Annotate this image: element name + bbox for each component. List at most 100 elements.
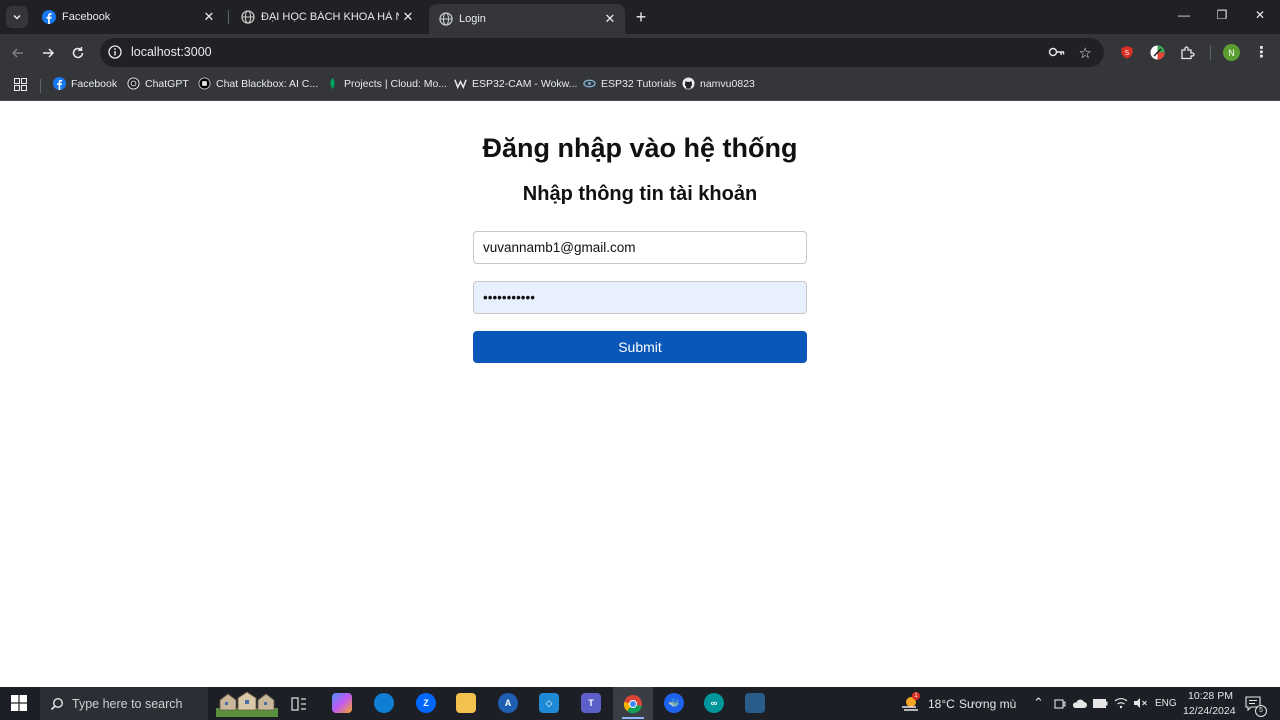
bookmark-blackbox[interactable]: Chat Blackbox: AI C... [198,77,318,90]
vscode-icon[interactable]: ◇ [539,693,559,713]
github-icon [682,77,695,90]
chevron-down-icon [13,14,21,20]
email-field[interactable] [473,231,807,264]
bookmark-facebook[interactable]: Facebook [53,77,117,90]
facebook-icon [53,77,66,90]
svg-text:S: S [1125,49,1130,57]
task-view-icon[interactable] [291,696,307,712]
weather-temperature[interactable]: 18°C [928,697,955,711]
extension-icon[interactable] [1148,43,1166,61]
wokwi-icon [454,79,467,90]
globe-icon [241,10,255,24]
search-highlight-image[interactable] [216,690,278,717]
weather-alert-badge: 1 [912,692,920,700]
window-close-button[interactable]: ✕ [1250,8,1270,22]
bookmark-mongodb[interactable]: Projects | Cloud: Mo... [326,77,447,90]
windows-taskbar: Type here to search Z A ◇ T 🐳 ∞ 1 18°C S… [0,687,1280,720]
close-tab-icon[interactable]: ✕ [399,9,417,25]
weather-description[interactable]: Sương mù [959,697,1016,711]
back-button[interactable] [7,42,29,64]
tab-facebook[interactable]: Facebook ✕ [32,4,224,30]
esp32-icon [583,79,596,88]
extension-icon[interactable]: S [1118,43,1136,61]
profile-avatar[interactable]: N [1223,44,1240,61]
new-tab-button[interactable]: + [631,7,651,27]
bookmark-star-icon[interactable]: ☆ [1079,44,1092,62]
arduino-icon[interactable]: ∞ [704,693,724,713]
docker-icon[interactable]: 🐳 [664,693,684,713]
restore-button[interactable]: ❐ [1212,8,1232,22]
bookmark-label: ESP32-CAM - Wokw... [472,77,578,90]
edge-icon[interactable] [374,693,394,713]
copilot-icon[interactable] [332,693,352,713]
show-hidden-icons-icon[interactable]: ⌃ [1033,695,1044,711]
leaf-icon [330,77,335,90]
search-icon [50,697,64,710]
toolbar-divider [1210,45,1211,60]
taskbar-search-box[interactable]: Type here to search [40,687,208,720]
extensions-button[interactable] [1178,43,1196,61]
puzzle-icon [1180,45,1195,59]
language-indicator[interactable]: ENG [1155,698,1177,709]
arrow-right-icon [43,48,55,58]
tab-title: Facebook [62,11,111,23]
bookmark-label: Chat Blackbox: AI C... [216,77,319,90]
login-page: Đăng nhập vào hệ thống Nhập thông tin tà… [0,101,1280,687]
reload-icon [72,47,84,59]
tab-bach-khoa[interactable]: ĐẠI HỌC BÁCH KHOA HÀ NỘI. ✕ [231,4,423,30]
globe-icon [439,12,453,26]
volume-muted-icon[interactable] [1133,697,1148,709]
page-title: Đăng nhập vào hệ thống [482,133,798,163]
active-indicator [622,717,644,719]
tab-strip: Facebook ✕ ĐẠI HỌC BÁCH KHOA HÀ NỘI. ✕ L… [0,0,1280,34]
bookmark-github[interactable]: namvu0823 [682,77,755,90]
blackbox-icon [198,77,211,90]
bookmark-chatgpt[interactable]: ChatGPT [127,77,189,90]
file-explorer-icon[interactable] [456,693,476,713]
bookmark-esp32-tutorials[interactable]: ESP32 Tutorials [583,77,676,90]
password-field[interactable] [473,281,807,314]
minimize-button[interactable]: — [1174,8,1194,22]
address-bar[interactable]: localhost:3000 ☆ [100,38,1104,67]
forward-button[interactable] [37,42,59,64]
reload-button[interactable] [67,42,89,64]
bookmark-label: ChatGPT [145,77,189,90]
bookmark-label: Facebook [71,77,118,90]
windows-start-icon[interactable] [11,695,27,711]
close-tab-icon[interactable]: ✕ [200,9,218,25]
tab-login[interactable]: Login ✕ [429,4,625,34]
clock-date[interactable]: 12/24/2024 [1183,705,1236,717]
site-info-icon[interactable] [108,45,122,59]
browser-toolbar: localhost:3000 ☆ S [0,34,1280,71]
mysql-workbench-icon[interactable] [745,693,765,713]
tab-title: Login [459,13,486,25]
page-subtitle: Nhập thông tin tài khoản [522,183,758,205]
bookmarks-bar: Facebook ChatGPT Chat Blackbox: AI C... … [0,71,1280,101]
close-tab-icon[interactable]: ✕ [601,11,619,27]
bookmarks-divider [40,79,41,93]
onedrive-cloud-icon[interactable] [1072,698,1087,709]
app-store-icon[interactable]: A [498,693,518,713]
chatgpt-icon [127,77,140,90]
notification-count-badge: 5 [1255,705,1267,717]
colorful-extension-icon [1150,45,1164,59]
bookmark-label: Projects | Cloud: Mo... [344,77,448,90]
teams-icon[interactable]: T [581,693,601,713]
arrow-left-icon [11,48,23,58]
apps-grid-icon[interactable] [14,78,27,91]
meet-now-icon[interactable] [1054,698,1066,710]
chrome-icon[interactable] [623,694,643,714]
zalo-icon[interactable]: Z [416,693,436,713]
battery-icon[interactable] [1093,699,1108,708]
bookmark-label: ESP32 Tutorials [601,77,677,90]
tab-divider [228,10,229,24]
clock-time[interactable]: 10:28 PM [1188,690,1233,702]
menu-kebab-icon[interactable]: ⋮ [1254,43,1269,61]
password-key-icon[interactable] [1048,45,1066,59]
tab-title: ĐẠI HỌC BÁCH KHOA HÀ NỘI. [261,11,399,23]
url-text[interactable]: localhost:3000 [131,45,212,59]
wifi-icon[interactable] [1114,697,1128,709]
bookmark-wokwi[interactable]: ESP32-CAM - Wokw... [454,77,577,90]
tab-search-button[interactable] [6,6,28,28]
submit-button[interactable]: Submit [473,331,807,363]
